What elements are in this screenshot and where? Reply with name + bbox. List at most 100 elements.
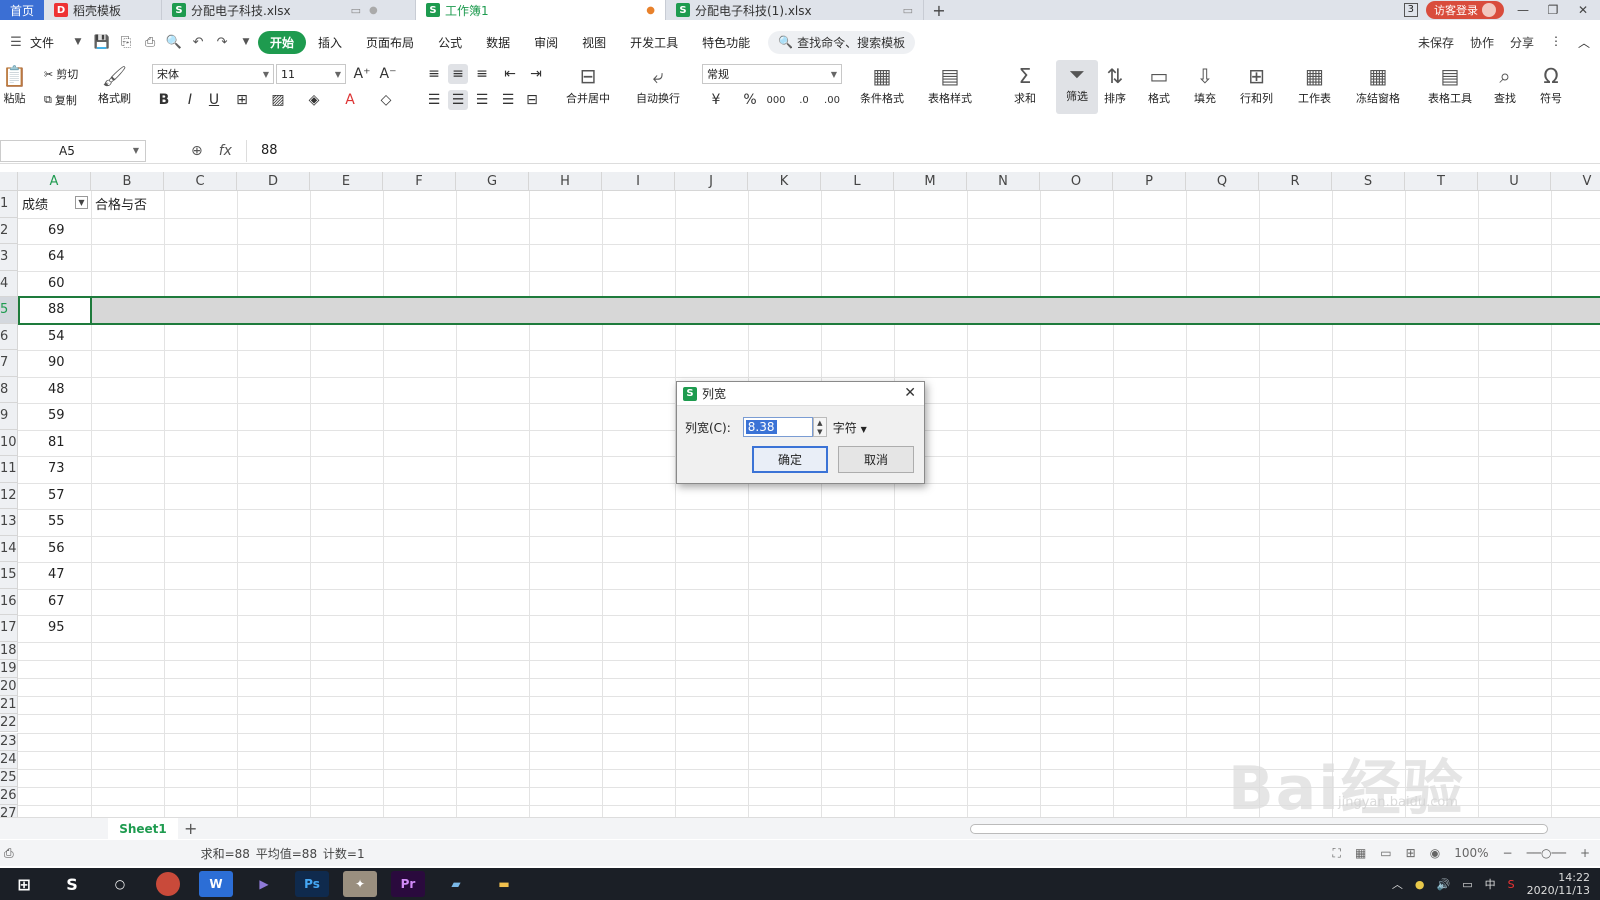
search-icon[interactable]: ○ [103, 871, 137, 897]
collapse-ribbon-icon[interactable]: ︿ [1578, 34, 1590, 51]
premiere-icon[interactable]: Pr [391, 871, 425, 897]
chevron-down-icon[interactable]: ▼ [66, 37, 90, 47]
sort-button[interactable]: ⇅ 排序 [1104, 62, 1126, 106]
cell-a3[interactable]: 64 [48, 249, 65, 264]
column-header-h[interactable]: H [529, 172, 602, 191]
save-icon[interactable]: 💾 [90, 35, 114, 50]
decrease-decimal-icon[interactable]: .00 [822, 90, 842, 110]
cell-a7[interactable]: 90 [48, 355, 65, 370]
column-header-b[interactable]: B [91, 172, 164, 191]
row-header-26[interactable]: 26 [0, 787, 18, 806]
media-player-icon[interactable]: ▶ [247, 871, 281, 897]
underline-icon[interactable]: U [204, 90, 224, 110]
border-icon[interactable]: ⊞ [232, 90, 252, 110]
cell-a4[interactable]: 60 [48, 276, 65, 291]
spreadsheet-grid[interactable]: ABCDEFGHIJKLMNOPQRSTUV 1 2 3 4 5 6 7 8 9 10 11 12 13… [0, 172, 1600, 817]
freeze-panes-button[interactable]: ▦ 冻结窗格 [1356, 62, 1400, 106]
row-header-21[interactable]: 21 [0, 696, 18, 715]
page-break-icon[interactable]: ⊞ [1406, 846, 1416, 861]
file-explorer-icon[interactable]: ▬ [487, 871, 521, 897]
column-width-input[interactable]: 8.38 [742, 417, 813, 437]
cancel-button[interactable]: 取消 [838, 446, 914, 473]
notes-app-icon[interactable]: ▰ [439, 871, 473, 897]
row-header-22[interactable]: 22 [0, 714, 18, 733]
system-clock[interactable]: 14:22 2020/11/13 [1527, 871, 1590, 897]
cell-a9[interactable]: 59 [48, 408, 65, 423]
column-header-o[interactable]: O [1040, 172, 1113, 191]
column-header-j[interactable]: J [675, 172, 748, 191]
table-style-button[interactable]: ▤ 表格样式 [928, 62, 972, 106]
column-header-l[interactable]: L [821, 172, 894, 191]
font-size-select[interactable]: 11 ▼ [276, 64, 346, 84]
menu-start[interactable]: 开始 [258, 30, 307, 54]
print-preview-icon[interactable]: 🔍 [162, 35, 186, 50]
column-header-u[interactable]: U [1478, 172, 1551, 191]
row-header-24[interactable]: 24 [0, 750, 18, 769]
tray-app-icon[interactable]: ● [1415, 878, 1425, 891]
font-name-select[interactable]: 宋体 ▼ [152, 64, 274, 84]
column-header-k[interactable]: K [748, 172, 821, 191]
row-header-19[interactable]: 19 [0, 659, 18, 678]
window-count-badge[interactable]: 3 [1403, 3, 1418, 17]
guest-login-button[interactable]: 访客登录 [1426, 1, 1504, 19]
column-header-e[interactable]: E [310, 172, 383, 191]
row-header-18[interactable]: 18 [0, 641, 18, 660]
align-right-icon[interactable]: ☰ [472, 90, 492, 110]
align-middle-icon[interactable]: ≡ [448, 64, 468, 84]
currency-icon[interactable]: ¥ [706, 90, 726, 110]
row-header-17[interactable]: 17 [0, 615, 18, 642]
export-icon[interactable]: ⎘ [114, 35, 138, 50]
eye-icon[interactable]: ◉ [1430, 846, 1440, 861]
macro-icon[interactable]: ⎙ [4, 846, 14, 861]
table-tools-button[interactable]: ▤ 表格工具 [1428, 62, 1472, 106]
add-sheet-button[interactable]: + [184, 819, 197, 838]
page-layout-icon[interactable]: ▭ [1380, 846, 1391, 861]
increase-indent-icon[interactable]: ⇥ [526, 64, 546, 84]
row-header-2[interactable]: 2 [0, 217, 18, 244]
row-header-23[interactable]: 23 [0, 732, 18, 751]
eraser-icon[interactable]: ◇ [376, 90, 396, 110]
decrease-font-icon[interactable]: A⁻ [378, 64, 398, 84]
column-header-f[interactable]: F [383, 172, 456, 191]
cell-a15[interactable]: 47 [48, 567, 65, 582]
select-all-corner[interactable] [0, 172, 18, 191]
spin-down-icon[interactable]: ▼ [817, 428, 822, 436]
row-header-9[interactable]: 9 [0, 403, 18, 430]
menu-features[interactable]: 特色功能 [690, 34, 762, 51]
unsaved-status[interactable]: 未保存 [1418, 34, 1454, 51]
row-header-14[interactable]: 14 [0, 535, 18, 562]
column-header-n[interactable]: N [967, 172, 1040, 191]
row-header-3[interactable]: 3 [0, 244, 18, 271]
copy-button[interactable]: ⧉ 复制 [44, 92, 77, 108]
row-header-25[interactable]: 25 [0, 768, 18, 788]
spin-up-icon[interactable]: ▲ [817, 419, 822, 427]
cell-a14[interactable]: 56 [48, 541, 65, 556]
fullscreen-icon[interactable]: ⛶ [1333, 846, 1341, 861]
zoom-in-icon[interactable]: + [1580, 846, 1590, 861]
filter-dropdown-icon[interactable]: ▼ [75, 196, 88, 209]
filter-button[interactable]: ⏷ 筛选 [1056, 60, 1098, 114]
format-painter-button[interactable]: 🖌 格式刷 [98, 62, 131, 106]
sheet-tab-sheet1[interactable]: Sheet1 [108, 818, 178, 840]
cell-a10[interactable]: 81 [48, 435, 65, 450]
menu-insert[interactable]: 插入 [306, 34, 354, 51]
column-header-s[interactable]: S [1332, 172, 1405, 191]
cell-a2[interactable]: 69 [48, 223, 65, 238]
cut-button[interactable]: ✂ 剪切 [44, 66, 78, 82]
menu-data[interactable]: 数据 [474, 34, 522, 51]
cell-a8[interactable]: 48 [48, 382, 65, 397]
chrome-icon[interactable] [156, 872, 180, 896]
close-window-icon[interactable]: ✕ [1572, 3, 1594, 17]
row-header-5[interactable]: 5 [0, 297, 18, 324]
row-header-1[interactable]: 1 [0, 191, 18, 218]
symbol-button[interactable]: Ω 符号 [1540, 62, 1562, 106]
tab-file-fenpei[interactable]: S 分配电子科技.xlsx ▭ ● [162, 0, 416, 20]
tab-workbook1[interactable]: S 工作簿1 ● [416, 0, 666, 20]
customize-icon[interactable]: ▼ [234, 37, 258, 47]
column-header-c[interactable]: C [164, 172, 237, 191]
merge-center-button[interactable]: ⊟ 合并居中 [566, 62, 610, 106]
cell-b1[interactable]: 合格与否 [95, 194, 147, 213]
row-header-7[interactable]: 7 [0, 350, 18, 377]
conditional-format-button[interactable]: ▦ 条件格式 [860, 62, 904, 106]
monitor-icon[interactable]: ▭ [351, 4, 361, 17]
